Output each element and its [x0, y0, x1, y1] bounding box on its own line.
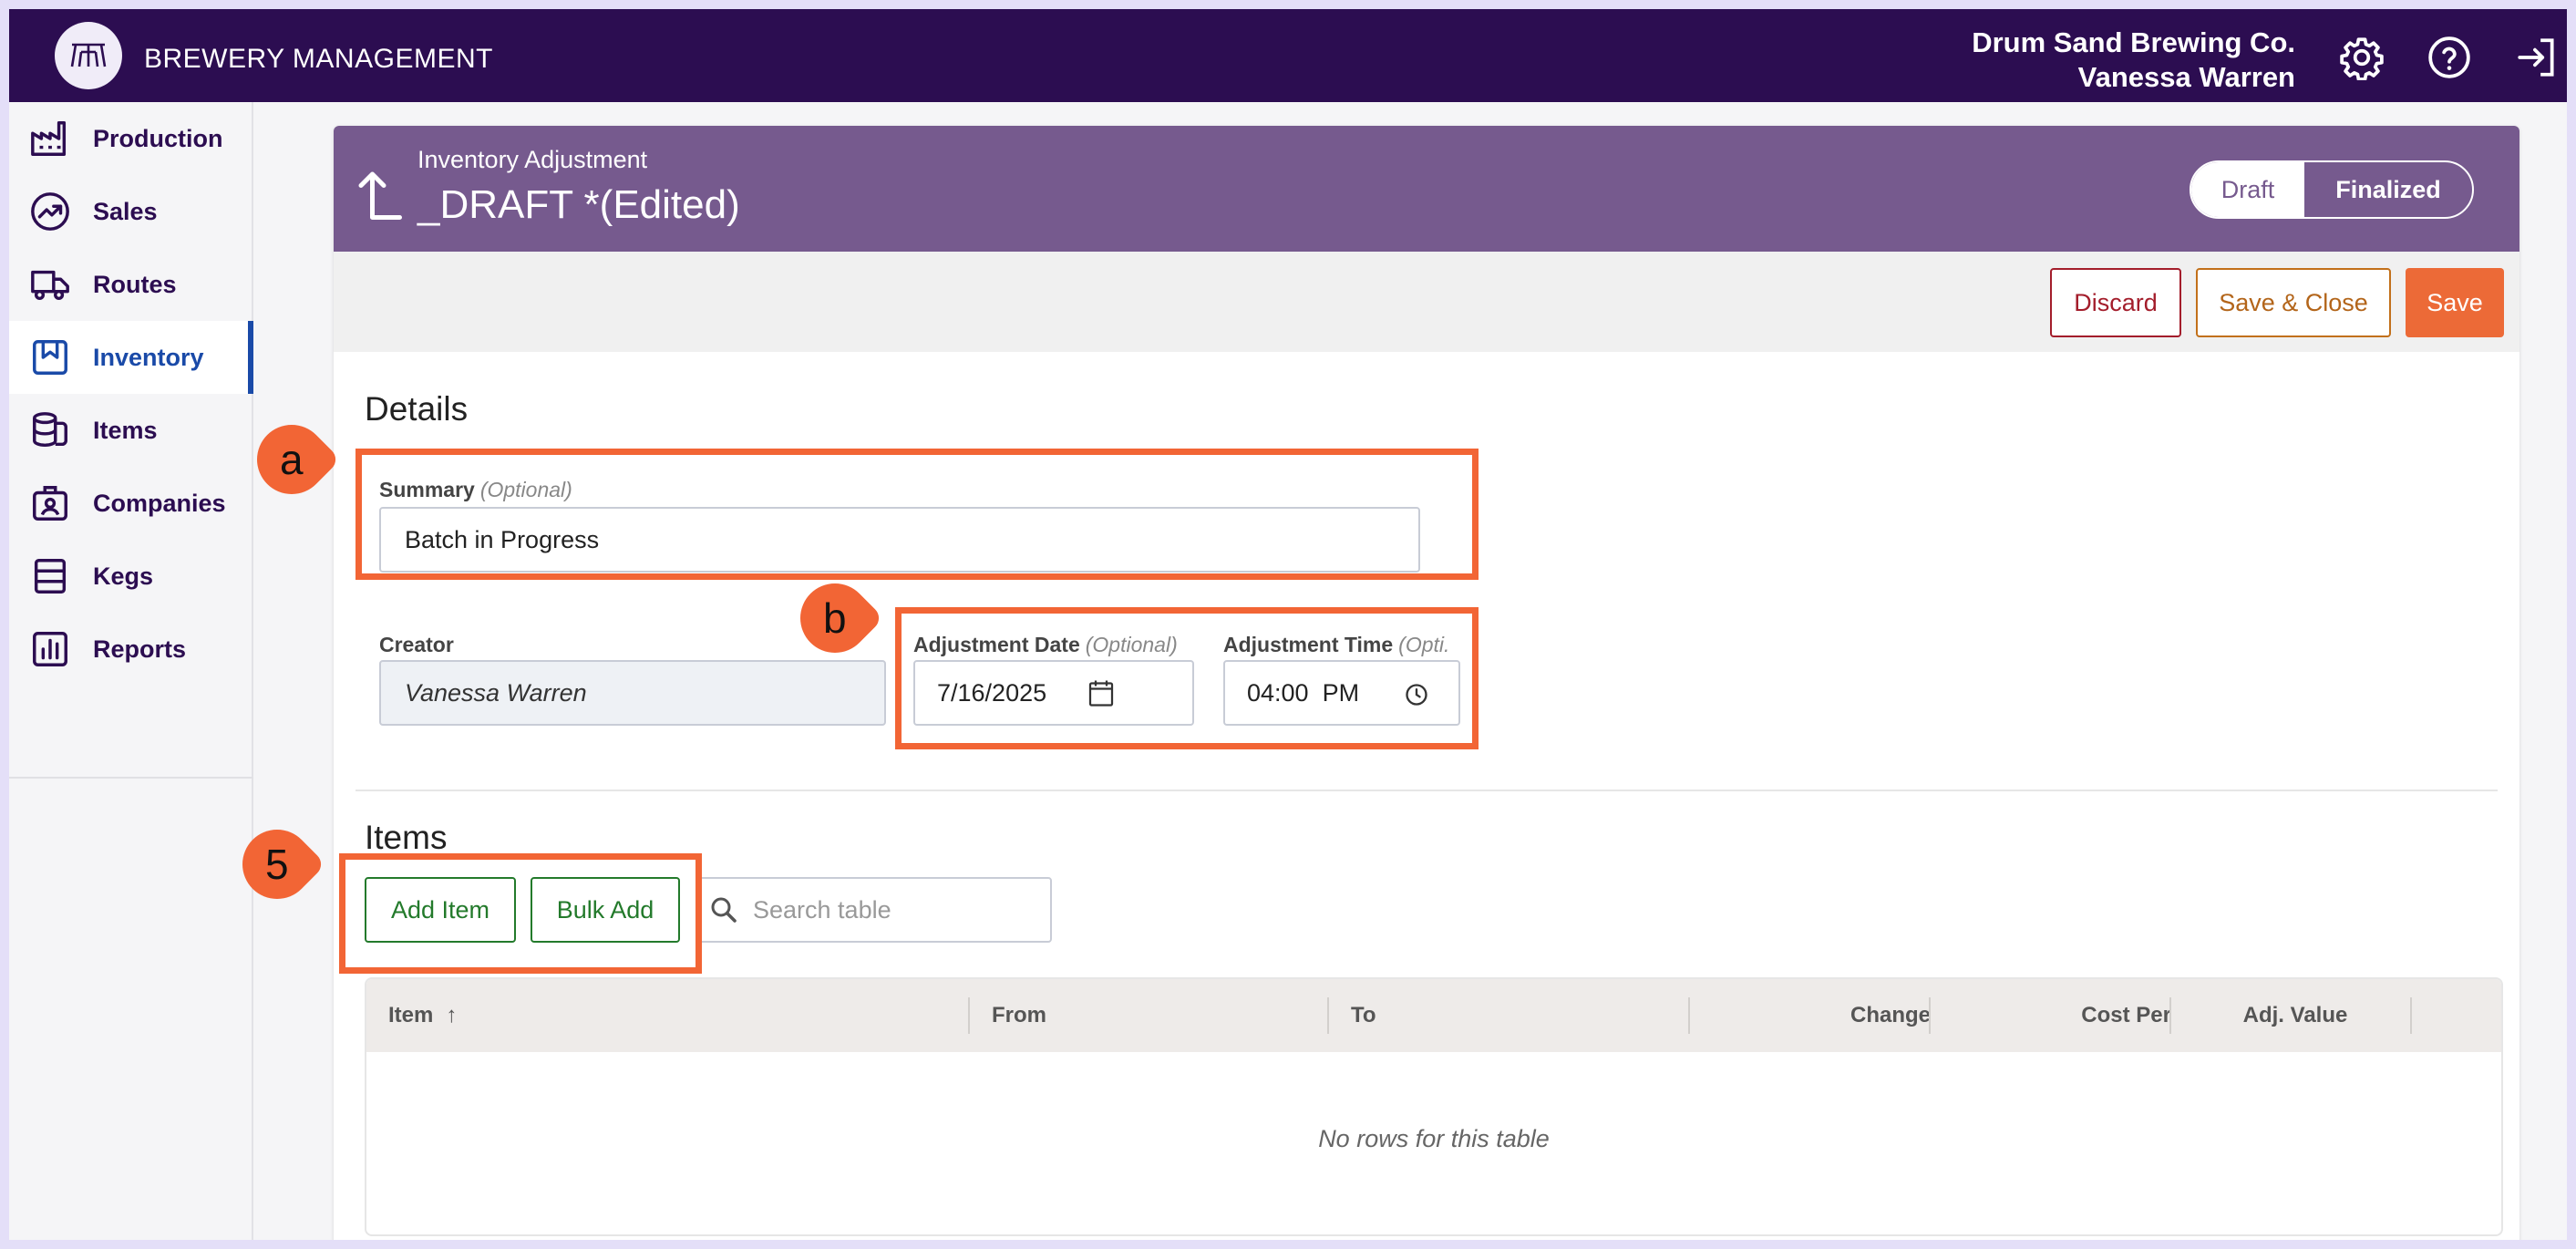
annotation-box-5 [339, 853, 702, 974]
sidebar: Production Sales Routes Inventory Items … [9, 102, 253, 1240]
column-separator [1327, 997, 1329, 1034]
column-header-from[interactable]: From [992, 979, 1046, 1052]
badge-icon [33, 486, 67, 521]
action-toolbar: Discard Save & Close Save [334, 252, 2519, 352]
app-frame: BREWERY MANAGEMENT Drum Sand Brewing Co.… [9, 9, 2567, 1240]
discard-button[interactable]: Discard [2050, 268, 2181, 337]
save-button[interactable]: Save [2406, 268, 2504, 337]
logout-icon[interactable] [2514, 35, 2560, 80]
items-table: Item ↑ From To Change Cost Per Adj. Valu… [365, 977, 2503, 1236]
sidebar-item-label: Reports [93, 635, 187, 663]
sidebar-item-label: Kegs [93, 562, 154, 590]
sidebar-item-sales[interactable]: Sales [9, 175, 253, 248]
column-header-adj-value[interactable]: Adj. Value [2171, 979, 2419, 1052]
sidebar-item-companies[interactable]: Companies [9, 467, 253, 540]
sidebar-item-production[interactable]: Production [9, 102, 253, 175]
search-icon [711, 897, 737, 923]
kegs-icon [34, 559, 67, 594]
column-header-cost-per[interactable]: Cost Per [1931, 979, 2171, 1052]
empty-table-message: No rows for this table [1318, 1125, 1550, 1152]
card-header: Inventory Adjustment _DRAFT *(Edited) Dr… [334, 126, 2519, 252]
barrels-icon [33, 412, 67, 448]
sidebar-item-inventory[interactable]: Inventory [9, 321, 253, 394]
sidebar-item-label: Production [93, 124, 223, 152]
logo-icon [70, 43, 107, 67]
sidebar-item-reports[interactable]: Reports [9, 613, 253, 686]
sidebar-item-items[interactable]: Items [9, 394, 253, 467]
app-title: BREWERY MANAGEMENT [144, 44, 493, 74]
sort-asc-icon: ↑ [446, 1003, 458, 1027]
top-header: BREWERY MANAGEMENT Drum Sand Brewing Co.… [9, 9, 2567, 102]
search-input[interactable]: Search table [753, 896, 891, 924]
items-title: Items [365, 819, 448, 856]
sidebar-item-label: Routes [93, 270, 177, 298]
column-header-item[interactable]: Item ↑ [388, 979, 457, 1052]
creator-label: Creator [379, 633, 454, 656]
trend-icon [31, 192, 69, 231]
column-header-change[interactable]: Change [1690, 979, 1931, 1052]
sidebar-item-label: Items [93, 416, 158, 444]
sidebar-item-label: Inventory [93, 343, 204, 371]
column-header-to[interactable]: To [1351, 979, 1376, 1052]
creator-field: Vanessa Warren [379, 660, 886, 726]
user-name: Vanessa Warren [2077, 61, 2295, 93]
sidebar-item-kegs[interactable]: Kegs [9, 540, 253, 613]
annotation-box-b [895, 607, 1479, 749]
bookmark-icon [33, 340, 67, 375]
chart-icon [33, 632, 67, 666]
details-title: Details [365, 390, 469, 428]
status-finalized[interactable]: Finalized [2304, 162, 2472, 217]
status-draft[interactable]: Draft [2191, 162, 2304, 217]
annotation-box-a [355, 449, 1479, 580]
back-arrow-icon[interactable] [352, 162, 407, 222]
help-icon[interactable] [2427, 35, 2472, 80]
logo[interactable] [55, 22, 122, 89]
annotation-marker-a: a [242, 410, 341, 509]
column-separator [968, 997, 970, 1034]
gear-icon[interactable] [2339, 35, 2385, 80]
factory-icon [31, 121, 67, 156]
status-toggle[interactable]: Draft Finalized [2190, 160, 2474, 219]
truck-icon [31, 270, 69, 301]
section-divider [355, 790, 2498, 791]
sidebar-divider [9, 777, 253, 779]
sidebar-item-label: Companies [93, 489, 226, 517]
sidebar-item-label: Sales [93, 197, 158, 225]
company-name: Drum Sand Brewing Co. [1972, 26, 2295, 58]
page-title: _DRAFT *(Edited) [417, 182, 740, 227]
sidebar-item-routes[interactable]: Routes [9, 248, 253, 321]
company-user: Drum Sand Brewing Co. Vanessa Warren [1972, 26, 2295, 95]
column-separator [2410, 997, 2412, 1034]
table-header: Item ↑ From To Change Cost Per Adj. Valu… [366, 979, 2501, 1052]
page-subtitle: Inventory Adjustment [417, 146, 648, 173]
save-close-button[interactable]: Save & Close [2196, 268, 2391, 337]
search-box: Search table [698, 877, 1052, 943]
